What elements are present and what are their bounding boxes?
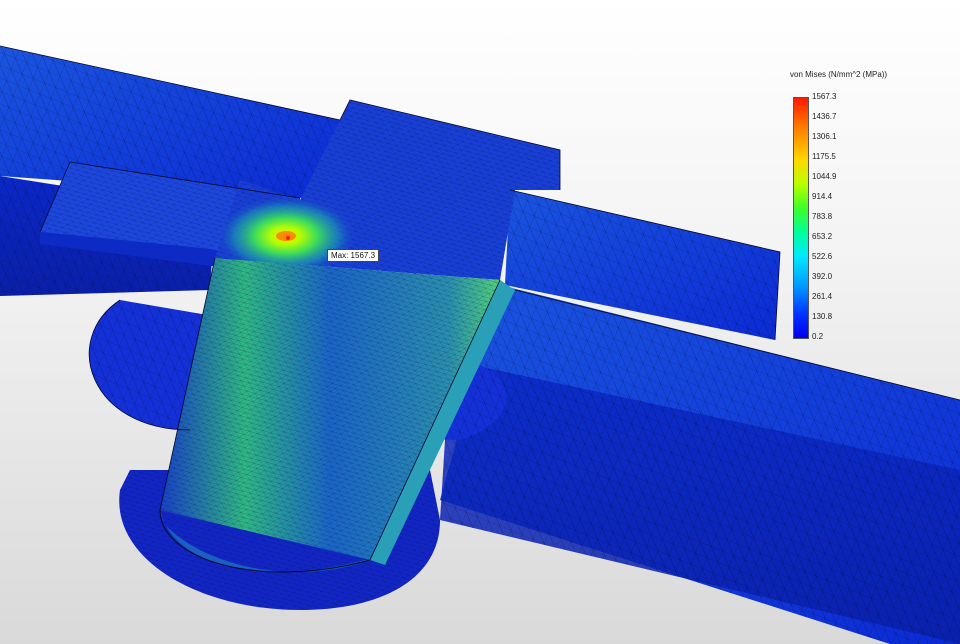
max-stress-label: Max: 1567.3 [327, 249, 380, 262]
legend-title: von Mises (N/mm^2 (MPa)) [790, 70, 888, 79]
legend-tick: 1175.5 [812, 152, 836, 161]
legend-tick: 392.0 [812, 272, 833, 281]
legend-tick: 130.8 [812, 312, 833, 321]
legend-tick: 783.8 [812, 212, 833, 221]
legend-tick: 1044.9 [812, 172, 837, 181]
legend-tick: 0.2 [812, 332, 824, 341]
color-legend: von Mises (N/mm^2 (MPa)) 1567.3 1436.7 1… [760, 66, 960, 356]
legend-tick: 261.4 [812, 292, 833, 301]
legend-tick: 522.6 [812, 252, 833, 261]
legend-tick: 1436.7 [812, 112, 837, 121]
legend-tick: 1306.1 [812, 132, 837, 141]
legend-tick: 653.2 [812, 232, 833, 241]
legend-colorbar [793, 97, 809, 339]
legend-tick: 914.4 [812, 192, 833, 201]
legend-tick: 1567.3 [812, 92, 837, 101]
